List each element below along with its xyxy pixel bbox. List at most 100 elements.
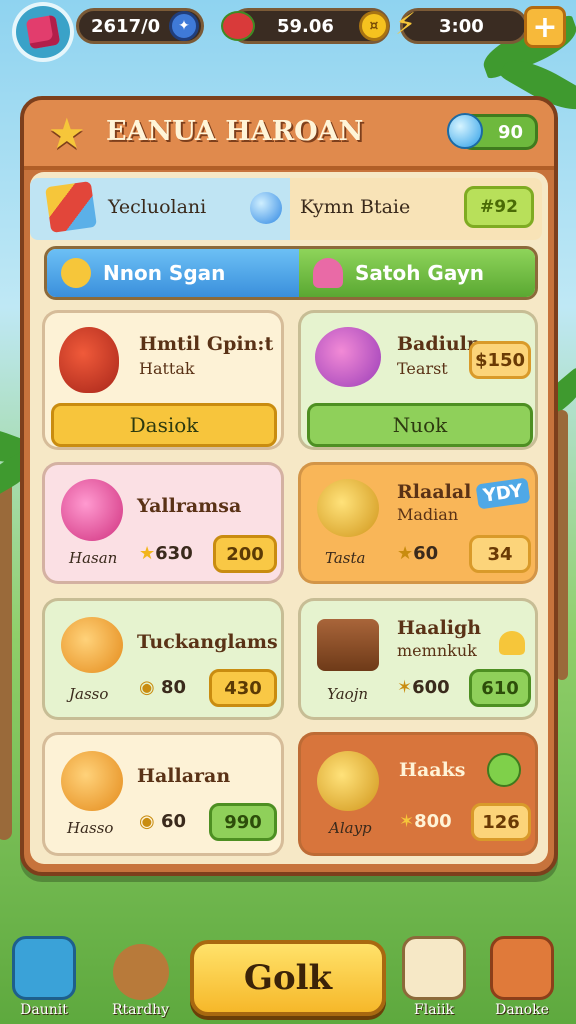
featured-2-button[interactable]: Nuok bbox=[307, 403, 533, 447]
item-name: Haaligh bbox=[397, 617, 482, 639]
item-cost-value: 600 bbox=[412, 677, 450, 698]
category-tabs: Nnon Sgan Satoh Gayn bbox=[44, 246, 538, 300]
bottom-button-flaiik[interactable]: Flaiik bbox=[402, 936, 466, 1018]
item-price-button[interactable]: 126 bbox=[471, 803, 531, 841]
item-name: Tuckanglams bbox=[137, 631, 278, 653]
tab-label: Nnon Sgan bbox=[103, 261, 226, 285]
item-price-button[interactable]: 990 bbox=[209, 803, 277, 841]
bottom-button-danoke[interactable]: Danoke bbox=[490, 936, 554, 1018]
gem-value: 90 bbox=[497, 121, 523, 143]
tab-label: Satoh Gayn bbox=[355, 261, 484, 285]
item-card-6[interactable]: Haaks Alayp ✶800 126 bbox=[298, 732, 538, 856]
item-tag: Tasta bbox=[325, 549, 366, 567]
fox-icon bbox=[61, 617, 123, 673]
flag-icon bbox=[45, 181, 97, 233]
item-price-button[interactable]: 34 bbox=[469, 535, 531, 573]
item-cost-value: 80 bbox=[160, 677, 187, 698]
item-cost: ★630 bbox=[139, 543, 193, 564]
info-left-label: Yecluolani bbox=[108, 196, 207, 218]
shell-icon bbox=[313, 258, 343, 288]
featured-card-2[interactable]: Badiuln Tearst $150 Nuok bbox=[298, 310, 538, 450]
strawberry-icon bbox=[221, 11, 255, 41]
item-card-3[interactable]: Tuckanglams Jasso ◉ 80 430 bbox=[42, 598, 284, 720]
item-tag: Alayp bbox=[329, 819, 372, 837]
star-small-icon: ★ bbox=[139, 543, 156, 564]
item-cost-value: 800 bbox=[414, 811, 452, 832]
info-right-label: Kymn Btaie bbox=[300, 196, 411, 218]
tab-satoh-gayn[interactable]: Satoh Gayn bbox=[299, 249, 535, 297]
item-tag: Hasan bbox=[69, 549, 118, 567]
coin-pile-icon bbox=[317, 479, 379, 537]
info-right: Kymn Btaie #92 bbox=[290, 178, 542, 240]
item-sub: Tearst bbox=[397, 359, 448, 378]
gem-cube-icon bbox=[25, 14, 61, 50]
magnifier-icon bbox=[490, 936, 554, 1000]
gem-counter: 90 bbox=[447, 113, 538, 150]
info-badge[interactable]: #92 bbox=[464, 186, 534, 228]
star-small-icon: ✶ bbox=[397, 677, 413, 698]
item-name: Rlaalal bbox=[397, 481, 472, 503]
coin-small-icon: ◉ bbox=[139, 677, 161, 698]
coins-pill: 59.06 ¤ bbox=[221, 8, 390, 44]
item-cost-value: 60 bbox=[160, 811, 187, 832]
item-name: Hmtil Gpin:t bbox=[139, 333, 274, 355]
gold-coins-icon bbox=[317, 751, 379, 811]
creature-icon bbox=[112, 944, 169, 1000]
item-price: $150 bbox=[469, 341, 531, 379]
balloon-gem-icon bbox=[447, 113, 483, 149]
score-pill: 2617/0 ✦ bbox=[76, 8, 204, 44]
featured-1-button[interactable]: Dasiok bbox=[51, 403, 277, 447]
bottom-button-rtardhy[interactable]: Rtardhy bbox=[112, 936, 169, 1018]
bottom-label: Danoke bbox=[495, 1002, 549, 1018]
star-small-icon: ★ bbox=[397, 543, 414, 564]
info-left: Yecluolani bbox=[30, 178, 290, 240]
featured-card-1[interactable]: Hmtil Gpin:t Hattak Dasiok bbox=[42, 310, 284, 450]
panel-title: EANUA HAROAN bbox=[106, 116, 364, 147]
item-price-button[interactable]: 200 bbox=[213, 535, 277, 573]
cat-icon bbox=[61, 751, 123, 811]
gold-coin-icon: ¤ bbox=[359, 11, 389, 41]
item-cost: ✶800 bbox=[399, 811, 452, 832]
fruit-icon bbox=[59, 327, 119, 393]
add-currency-button[interactable]: + bbox=[524, 6, 566, 48]
bottom-bar: Daunit Rtardhy Golk Flaiik Danoke bbox=[0, 930, 576, 1024]
item-sub: memnkuk bbox=[397, 641, 477, 660]
main-action-button[interactable]: Golk bbox=[190, 940, 386, 1016]
item-card-2[interactable]: Rlaalal Madian YDY Tasta ★60 34 bbox=[298, 462, 538, 584]
item-cost: ◉ 60 bbox=[139, 811, 186, 832]
top-bar: 2617/0 ✦ 59.06 ¤ ⚡ 3:00 + bbox=[0, 0, 576, 62]
item-sub: Hattak bbox=[139, 359, 195, 378]
item-sub: Madian bbox=[397, 505, 459, 524]
info-row: Yecluolani Kymn Btaie #92 bbox=[30, 178, 542, 240]
blue-orb-icon bbox=[250, 192, 282, 224]
player-avatar[interactable] bbox=[12, 2, 74, 62]
item-cost: ◉ 80 bbox=[139, 677, 186, 698]
heart-key-icon bbox=[402, 936, 466, 1000]
bottom-label: Daunit bbox=[20, 1002, 68, 1018]
item-price-button[interactable]: 430 bbox=[209, 669, 277, 707]
gem-flower-icon bbox=[61, 479, 123, 541]
potion-icon bbox=[487, 753, 521, 787]
item-name: Yallramsa bbox=[137, 495, 242, 517]
timer-pill: ⚡ 3:00 bbox=[395, 7, 528, 44]
item-badge: YDY bbox=[475, 477, 531, 510]
item-card-4[interactable]: Haaligh memnkuk Yaojn ✶600 610 bbox=[298, 598, 538, 720]
item-cost: ✶600 bbox=[397, 677, 450, 698]
score-value: 2617/0 bbox=[91, 15, 161, 37]
item-cost-value: 630 bbox=[155, 543, 193, 564]
bottom-button-daunit[interactable]: Daunit bbox=[12, 936, 76, 1018]
item-name: Hallaran bbox=[137, 765, 231, 787]
item-cost: ★60 bbox=[397, 543, 438, 564]
item-tag: Jasso bbox=[69, 685, 109, 703]
star-small-icon: ✶ bbox=[399, 811, 415, 832]
item-tag: Hasso bbox=[67, 819, 114, 837]
tab-nnon-sgan[interactable]: Nnon Sgan bbox=[47, 249, 299, 297]
blue-token-icon: ✦ bbox=[169, 11, 199, 41]
item-price-button[interactable]: 610 bbox=[469, 669, 531, 707]
star-icon: ★ bbox=[48, 109, 86, 158]
item-card-1[interactable]: Yallramsa Hasan ★630 200 bbox=[42, 462, 284, 584]
item-card-5[interactable]: Hallaran Hasso ◉ 60 990 bbox=[42, 732, 284, 856]
lightning-icon: ⚡ bbox=[395, 7, 417, 42]
treasure-chest-icon bbox=[317, 619, 379, 671]
panel-header: ★ EANUA HAROAN 90 bbox=[24, 100, 554, 170]
